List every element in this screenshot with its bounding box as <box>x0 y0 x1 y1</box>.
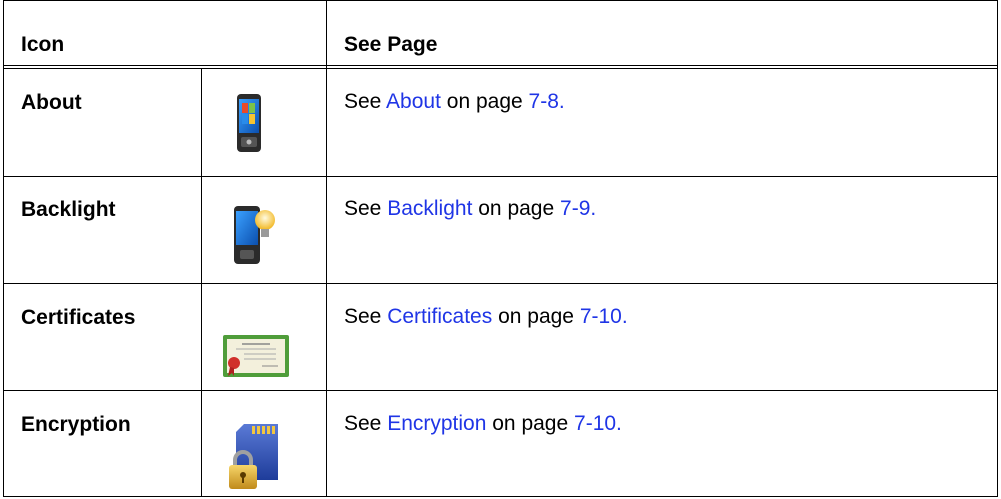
page-link-about[interactable]: 7-8. <box>529 90 565 113</box>
row-desc-about: See About on page 7-8. <box>344 90 565 114</box>
row-name-encryption: Encryption <box>21 413 131 436</box>
on-page-text: on page <box>440 90 529 113</box>
link-encryption[interactable]: Encryption <box>387 412 486 435</box>
row-name-certificates: Certificates <box>21 306 136 329</box>
table-left-border <box>3 0 4 497</box>
link-about[interactable]: About <box>386 90 441 113</box>
row-divider-1 <box>3 176 998 177</box>
pda-phone-icon <box>237 94 261 152</box>
see-text: See <box>344 197 388 220</box>
table-right-border <box>997 0 998 497</box>
link-backlight[interactable]: Backlight <box>387 197 472 220</box>
row-desc-backlight: See Backlight on page 7-9. <box>344 197 596 221</box>
page-link-encryption[interactable]: 7-10. <box>574 412 622 435</box>
row-name-about: About <box>21 91 82 114</box>
icon-table: Icon See Page About See About on page 7-… <box>3 0 998 497</box>
see-text: See <box>344 90 387 113</box>
see-text: See <box>344 412 388 435</box>
backlight-bulb-icon <box>234 206 275 264</box>
link-certificates[interactable]: Certificates <box>387 305 492 328</box>
icon-column-divider <box>201 68 202 497</box>
row-name-backlight: Backlight <box>21 198 116 221</box>
see-text: See <box>344 305 388 328</box>
certificate-icon <box>223 335 289 377</box>
row-desc-certificates: See Certificates on page 7-10. <box>344 305 628 329</box>
on-page-text: on page <box>472 197 561 220</box>
on-page-text: on page <box>492 305 580 328</box>
header-see-page: See Page <box>344 33 438 56</box>
header-rule-upper <box>3 65 998 66</box>
on-page-text: on page <box>486 412 575 435</box>
table-top-border <box>3 0 998 1</box>
header-rule-lower <box>3 68 998 69</box>
see-page-column-divider <box>326 0 327 497</box>
row-divider-3 <box>3 390 998 391</box>
page-link-backlight[interactable]: 7-9. <box>560 197 596 220</box>
table-bottom-border <box>3 496 998 497</box>
header-icon: Icon <box>21 33 65 56</box>
page-link-certificates[interactable]: 7-10. <box>580 305 628 328</box>
row-divider-2 <box>3 283 998 284</box>
row-desc-encryption: See Encryption on page 7-10. <box>344 412 622 436</box>
sd-card-lock-icon <box>229 424 278 489</box>
